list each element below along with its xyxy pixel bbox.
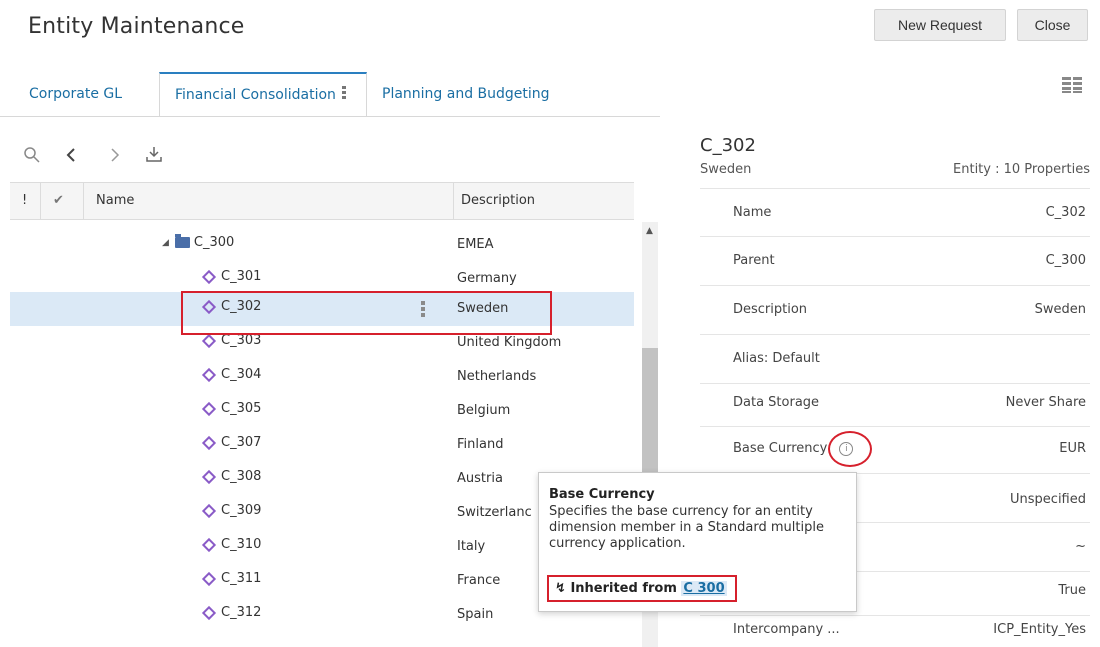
tab-planning-and-budgeting[interactable]: Planning and Budgeting xyxy=(367,72,565,116)
member-icon xyxy=(201,333,217,348)
row-name: C_312 xyxy=(221,605,262,620)
row-description: Germany xyxy=(457,271,517,286)
check-column-header[interactable]: ✔ xyxy=(53,183,64,219)
property-label: Data Storage xyxy=(733,395,820,410)
tab-menu-icon[interactable] xyxy=(341,86,347,100)
member-icon xyxy=(201,571,217,586)
table-row[interactable]: C_305 Belgium xyxy=(10,394,634,428)
inherited-label: Inherited from xyxy=(570,581,677,596)
selected-row-highlight xyxy=(181,291,552,335)
table-row[interactable]: C_304 Netherlands xyxy=(10,360,634,394)
row-description: United Kingdom xyxy=(457,335,562,350)
tab-corporate-gl[interactable]: Corporate GL xyxy=(14,72,137,116)
property-value: ~ xyxy=(1075,539,1086,554)
member-icon xyxy=(201,503,217,518)
row-description: France xyxy=(457,573,501,588)
member-icon xyxy=(201,469,217,484)
row-name: C_308 xyxy=(221,469,262,484)
tab-label: Planning and Budgeting xyxy=(382,86,550,102)
flag-column-header[interactable]: ! xyxy=(22,183,27,219)
row-name: C_311 xyxy=(221,571,262,586)
row-description: Italy xyxy=(457,539,486,554)
scroll-up-icon[interactable]: ▲ xyxy=(646,226,653,236)
close-button[interactable]: Close xyxy=(1017,9,1088,41)
property-label: Description xyxy=(733,302,808,317)
property-value: EUR xyxy=(1059,441,1086,456)
table-header: ! ✔ Name Description xyxy=(10,182,634,220)
property-value: True xyxy=(1058,583,1086,598)
property-label: Intercompany ... xyxy=(733,622,840,637)
tab-financial-consolidation[interactable]: Financial Consolidation xyxy=(159,72,367,116)
download-icon[interactable] xyxy=(145,145,163,163)
row-name: C_309 xyxy=(221,503,262,518)
member-icon xyxy=(201,435,217,450)
table-row[interactable]: ◢ C_300 EMEA xyxy=(10,228,634,262)
property-value: Never Share xyxy=(1005,395,1086,410)
row-name: C_301 xyxy=(221,269,262,284)
property-row[interactable]: Intercompany ... ICP_Entity_Yes xyxy=(700,612,1090,647)
property-value: ICP_Entity_Yes xyxy=(993,622,1086,637)
row-name: C_305 xyxy=(221,401,262,416)
member-icon xyxy=(201,269,217,284)
row-name: C_300 xyxy=(193,235,235,250)
row-description: Netherlands xyxy=(457,369,537,384)
row-description: Switzerlanc xyxy=(457,505,532,520)
row-description: Austria xyxy=(457,471,503,486)
property-row[interactable]: Name C_302 xyxy=(700,188,1090,237)
property-row[interactable]: Data Storage Never Share xyxy=(700,378,1090,427)
member-icon xyxy=(201,367,217,382)
property-label: Parent xyxy=(733,253,775,268)
inherited-from: ↯ Inherited from C 300 xyxy=(547,575,737,602)
forward-icon[interactable] xyxy=(109,148,121,162)
info-icon-highlight xyxy=(828,431,872,467)
description-column-header[interactable]: Description xyxy=(461,183,535,219)
detail-subtitle: Sweden xyxy=(700,162,752,177)
tab-label: Financial Consolidation xyxy=(175,87,336,103)
row-description: Finland xyxy=(457,437,504,452)
property-row[interactable]: Base Currency i EUR xyxy=(700,425,1090,474)
tooltip-title: Base Currency xyxy=(549,487,655,502)
new-request-button[interactable]: New Request xyxy=(874,9,1006,41)
property-count: Entity : 10 Properties xyxy=(953,162,1090,177)
detail-title: C_302 xyxy=(700,135,756,156)
property-label: Name xyxy=(733,205,772,220)
member-icon xyxy=(201,401,217,416)
row-description: Spain xyxy=(457,607,494,622)
row-name: C_307 xyxy=(221,435,262,450)
back-icon[interactable] xyxy=(65,148,77,162)
table-row[interactable]: C_307 Finland xyxy=(10,428,634,462)
property-row[interactable]: Description Sweden xyxy=(700,286,1090,335)
row-name: C_310 xyxy=(221,537,262,552)
tab-label: Corporate GL xyxy=(29,86,123,102)
property-value: C_302 xyxy=(1045,205,1086,220)
row-description: EMEA xyxy=(457,237,494,252)
member-icon xyxy=(201,605,217,620)
layout-toggle-icon[interactable] xyxy=(1061,76,1083,94)
inherited-parent-link[interactable]: C 300 xyxy=(681,581,727,596)
property-value: C_300 xyxy=(1045,253,1086,268)
property-row[interactable]: Alias: Default xyxy=(700,335,1090,384)
member-icon xyxy=(201,537,217,552)
property-value: Unspecified xyxy=(1010,492,1086,507)
row-name: C_304 xyxy=(221,367,262,382)
tooltip-body: Specifies the base currency for an entit… xyxy=(549,504,824,551)
search-icon[interactable] xyxy=(23,146,41,164)
row-description: Belgium xyxy=(457,403,511,418)
property-row[interactable]: Parent C_300 xyxy=(700,237,1090,286)
base-currency-tooltip: Base Currency Specifies the base currenc… xyxy=(538,472,857,612)
property-label: Alias: Default xyxy=(733,351,820,366)
property-label: Base Currency xyxy=(733,441,828,456)
tab-divider xyxy=(0,116,660,117)
inherited-icon: ↯ xyxy=(555,581,566,596)
collapse-icon[interactable]: ◢ xyxy=(162,238,169,248)
page-title: Entity Maintenance xyxy=(28,14,245,39)
row-name: C_303 xyxy=(221,333,262,348)
folder-icon xyxy=(174,234,190,248)
name-column-header[interactable]: Name xyxy=(96,183,134,219)
property-value: Sweden xyxy=(1034,302,1086,317)
